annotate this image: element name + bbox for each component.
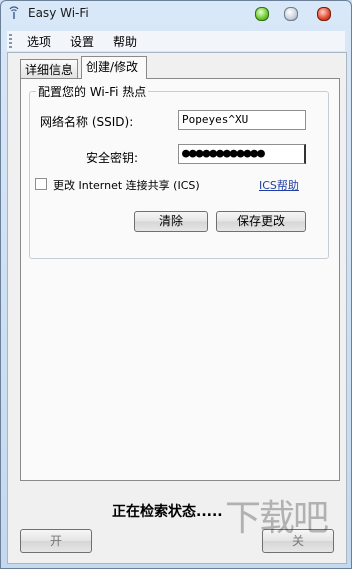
maximize-button[interactable]	[281, 5, 301, 23]
tab-details[interactable]: 详细信息	[20, 59, 78, 79]
ics-checkbox-label[interactable]: 更改 Internet 连接共享 (ICS)	[53, 177, 200, 193]
client-area: 详细信息 创建/修改 配置您的 Wi-Fi 热点 网络名称 (SSID): Po…	[7, 52, 347, 564]
ssid-label: 网络名称 (SSID):	[40, 115, 134, 129]
close-button[interactable]	[314, 5, 334, 23]
menu-help[interactable]: 帮助	[111, 33, 139, 50]
clear-button[interactable]: 清除	[134, 211, 208, 232]
app-window: Easy Wi-Fi 选项 设置 帮助 详细信息 创建/修改 配置您的 Wi-F…	[0, 0, 352, 569]
status-text: 正在检索状态.....	[112, 504, 223, 520]
save-changes-button[interactable]: 保存更改	[216, 211, 306, 232]
security-key-input[interactable]: ●●●●●●●●●●●●	[178, 144, 306, 164]
title-bar[interactable]: Easy Wi-Fi	[1, 1, 351, 27]
menu-bar: 选项 设置 帮助	[7, 31, 345, 51]
tab-panel-create-modify: 配置您的 Wi-Fi 热点 网络名称 (SSID): Popeyes^XU 安全…	[20, 78, 340, 481]
group-title: 配置您的 Wi-Fi 热点	[36, 83, 149, 100]
menu-settings[interactable]: 设置	[68, 33, 96, 50]
window-title: Easy Wi-Fi	[28, 6, 89, 20]
wifi-antenna-icon	[7, 6, 21, 20]
menu-options[interactable]: 选项	[25, 33, 53, 50]
watermark-logo: 下载吧	[225, 498, 329, 539]
security-key-label: 安全密钥:	[86, 151, 139, 165]
minimize-button[interactable]	[252, 5, 272, 23]
close-icon	[317, 7, 331, 21]
ssid-input[interactable]: Popeyes^XU	[178, 110, 306, 130]
ics-checkbox[interactable]	[35, 178, 47, 190]
maximize-icon	[284, 7, 298, 21]
minimize-icon	[255, 7, 269, 21]
tab-create-modify[interactable]: 创建/修改	[81, 56, 147, 79]
hotspot-config-group: 配置您的 Wi-Fi 热点 网络名称 (SSID): Popeyes^XU 安全…	[29, 83, 329, 259]
start-button[interactable]: 开	[20, 529, 92, 553]
ics-help-link[interactable]: ICS帮助	[259, 177, 299, 193]
menu-grip-icon	[9, 34, 12, 48]
